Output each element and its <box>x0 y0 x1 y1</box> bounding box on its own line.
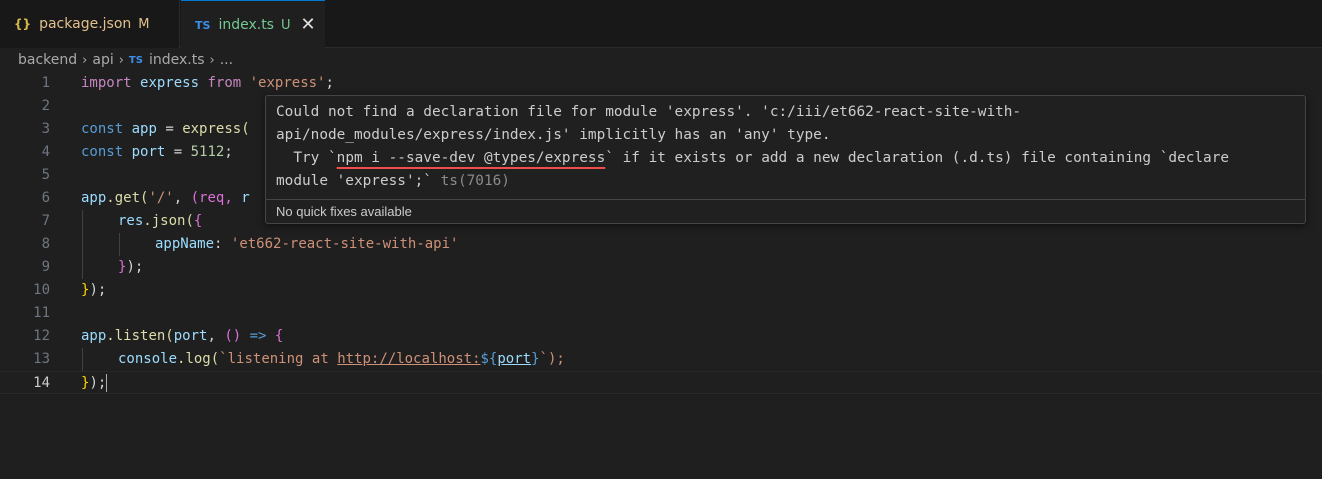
line-content: import express from 'express'; <box>81 75 334 91</box>
line-number: 7 <box>41 213 50 229</box>
line-number: 10 <box>33 282 50 298</box>
line-content: }); <box>81 282 107 298</box>
tab-package-json[interactable]: {} package.json M <box>0 0 180 48</box>
code-line: 11 <box>0 302 1322 325</box>
tab-label: package.json <box>39 16 132 32</box>
breadcrumb: backend › api › TS index.ts › ... <box>18 48 233 72</box>
line-content: app.get('/', (req, r <box>81 190 250 206</box>
typescript-file-icon: TS <box>128 54 143 66</box>
chevron-right-icon: › <box>118 52 124 68</box>
typescript-file-icon: TS <box>195 18 211 32</box>
breadcrumb-item-api[interactable]: api <box>92 52 113 68</box>
chevron-right-icon: › <box>82 52 88 68</box>
close-icon[interactable]: ✕ <box>301 16 316 34</box>
line-content: const app = express( <box>81 121 250 137</box>
git-status-badge: U <box>280 17 291 33</box>
line-content: }); <box>81 374 108 392</box>
line-content: console.log(`listening at http://localho… <box>118 351 565 367</box>
line-number: 13 <box>33 351 50 367</box>
install-command[interactable]: npm i --save-dev @types/express <box>337 150 606 166</box>
line-content: const port = 5112; <box>81 144 233 160</box>
line-number: 2 <box>41 98 50 114</box>
line-content: appName: 'et662-react-site-with-api' <box>155 236 459 252</box>
line-content: }); <box>118 259 144 275</box>
text-cursor <box>106 374 108 392</box>
line-number: 1 <box>41 75 50 91</box>
json-file-icon: {} <box>14 17 32 31</box>
line-number: 14 <box>33 375 50 391</box>
code-line: 1 import express from 'express'; <box>0 72 1322 95</box>
code-line: 10 }); <box>0 279 1322 302</box>
line-content: app.listen(port, () => { <box>81 328 284 344</box>
code-line-current: 14 }); <box>0 371 1322 394</box>
diagnostic-message: Could not find a declaration file for mo… <box>276 104 1230 189</box>
tab-bar: {} package.json M TS index.ts U ✕ <box>0 0 1322 49</box>
code-line: 9 }); <box>0 256 1322 279</box>
line-number: 6 <box>41 190 50 206</box>
tab-index-ts[interactable]: TS index.ts U ✕ <box>181 0 325 49</box>
tab-label: index.ts <box>218 17 274 33</box>
hover-tooltip: Could not find a declaration file for mo… <box>265 95 1306 224</box>
line-number: 8 <box>41 236 50 252</box>
quick-fix-status: No quick fixes available <box>276 204 412 219</box>
breadcrumb-item-symbols[interactable]: ... <box>220 52 233 68</box>
code-line: 8 appName: 'et662-react-site-with-api' <box>0 233 1322 256</box>
line-number: 12 <box>33 328 50 344</box>
breadcrumb-item-file[interactable]: index.ts <box>149 52 205 68</box>
line-number: 11 <box>33 305 50 321</box>
line-number: 3 <box>41 121 50 137</box>
chevron-right-icon: › <box>209 52 215 68</box>
code-line: 12 app.listen(port, () => { <box>0 325 1322 348</box>
divider <box>266 199 1305 200</box>
diagnostic-code: ts(7016) <box>440 173 510 189</box>
line-number: 9 <box>41 259 50 275</box>
git-status-badge: M <box>138 16 150 32</box>
breadcrumb-item-backend[interactable]: backend <box>18 52 77 68</box>
line-content: res.json({ <box>118 213 203 229</box>
line-number: 5 <box>41 167 50 183</box>
code-line: 13 console.log(`listening at http://loca… <box>0 348 1322 371</box>
line-number: 4 <box>41 144 50 160</box>
